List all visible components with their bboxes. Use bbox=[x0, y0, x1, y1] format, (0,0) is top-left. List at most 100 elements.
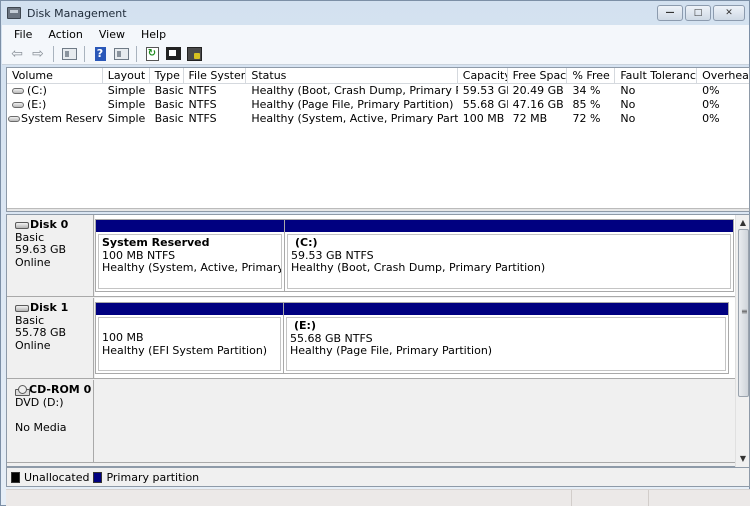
menu-bar: File Action View Help bbox=[2, 25, 749, 43]
forward-icon[interactable]: ⇨ bbox=[29, 46, 47, 62]
show-hide-action-pane-icon bbox=[113, 47, 129, 60]
volume-status: Healthy (System, Active, Primary Partiti… bbox=[251, 112, 458, 125]
scroll-down-icon[interactable]: ▼ bbox=[736, 453, 750, 465]
refresh-button[interactable]: ↻ bbox=[143, 46, 161, 62]
show-hide-action-pane-button[interactable] bbox=[112, 46, 130, 62]
volume-fault-tolerance: No bbox=[620, 84, 636, 97]
vertical-scrollbar[interactable]: ▲ ≡ ▼ bbox=[735, 215, 749, 467]
toolbar-separator bbox=[53, 45, 54, 62]
scroll-up-icon[interactable]: ▲ bbox=[736, 217, 750, 229]
volume-status: Healthy (Boot, Crash Dump, Primary Parti… bbox=[251, 84, 457, 97]
volume-percent-free: 85 % bbox=[572, 98, 601, 111]
cd-rom-icon bbox=[15, 384, 30, 396]
show-hide-console-tree-icon bbox=[61, 47, 77, 60]
column-header-volume[interactable]: Volume bbox=[7, 68, 103, 83]
volume-icon bbox=[12, 102, 24, 108]
column-header-percent-free[interactable]: % Free bbox=[567, 68, 616, 83]
volume-capacity: 59.53 GB bbox=[462, 84, 508, 97]
volume-type: Basic bbox=[154, 98, 184, 111]
primary-partition-swatch bbox=[93, 471, 103, 483]
volume-overhead: 0% bbox=[702, 98, 720, 111]
disk-name: Disk 1 bbox=[30, 301, 69, 314]
partition-system-reserved[interactable]: System Reserved 100 MB NTFS Healthy (Sys… bbox=[95, 219, 285, 292]
volume-list: Volume Layout Type File System Status Ca… bbox=[6, 67, 750, 212]
volume-type: Basic bbox=[154, 112, 184, 125]
unallocated-swatch bbox=[11, 471, 20, 483]
legend-label: Primary partition bbox=[106, 470, 200, 484]
maximize-button[interactable]: □ bbox=[685, 5, 711, 21]
column-header-type[interactable]: Type bbox=[150, 68, 184, 83]
disk-label[interactable]: CD-ROM 0 DVD (D:) No Media bbox=[7, 380, 94, 462]
partition-e[interactable]: (E:) 55.68 GB NTFS Healthy (Page File, P… bbox=[283, 302, 729, 374]
disk-name: CD-ROM 0 bbox=[29, 383, 92, 396]
partition-name: System Reserved bbox=[102, 236, 210, 249]
volume-overhead: 0% bbox=[702, 84, 720, 97]
partition-c[interactable]: (C:) 59.53 GB NTFS Healthy (Boot, Crash … bbox=[284, 219, 734, 292]
help-icon: ? bbox=[94, 46, 106, 61]
disk-graphical-view: Disk 0 Basic 59.63 GB Online System Rese… bbox=[6, 214, 750, 467]
volume-row[interactable]: (E:) Simple Basic NTFS Healthy (Page Fil… bbox=[7, 98, 749, 112]
rescan-disks-button[interactable] bbox=[185, 46, 203, 62]
volume-overhead: 0% bbox=[702, 112, 720, 125]
column-header-layout[interactable]: Layout bbox=[103, 68, 150, 83]
volume-free-space: 72 MB bbox=[512, 112, 548, 125]
column-header-file-system[interactable]: File System bbox=[184, 68, 247, 83]
back-icon[interactable]: ⇦ bbox=[8, 46, 26, 62]
volume-layout: Simple bbox=[107, 98, 146, 111]
minimize-button[interactable]: — bbox=[657, 5, 683, 21]
volume-type: Basic bbox=[154, 84, 184, 97]
volume-free-space: 47.16 GB bbox=[512, 98, 564, 111]
help-button[interactable]: ? bbox=[91, 46, 109, 62]
menu-file[interactable]: File bbox=[6, 28, 40, 41]
menu-view[interactable]: View bbox=[91, 28, 133, 41]
toolbar: ⇦ ⇨ ? ↻ bbox=[2, 43, 749, 65]
legend-label: Unallocated bbox=[24, 470, 90, 484]
menu-help[interactable]: Help bbox=[133, 28, 174, 41]
column-header-free-space[interactable]: Free Space bbox=[508, 68, 568, 83]
status-cell bbox=[572, 490, 649, 506]
no-media-area bbox=[95, 380, 735, 462]
partition-status: Healthy (Page File, Primary Partition) bbox=[290, 344, 493, 357]
partition-status: Healthy (System, Active, Primary Partiti… bbox=[102, 261, 282, 274]
partition-name: (E:) bbox=[294, 319, 316, 332]
disk-icon bbox=[15, 221, 29, 229]
volume-name: (C:) bbox=[27, 84, 47, 97]
column-header-overhead[interactable]: Overhead bbox=[697, 68, 749, 83]
disk-icon bbox=[15, 304, 29, 312]
volume-fault-tolerance: No bbox=[620, 98, 636, 111]
status-cell bbox=[649, 490, 749, 506]
status-cell bbox=[6, 490, 572, 506]
menu-action[interactable]: Action bbox=[40, 28, 90, 41]
volume-row[interactable]: (C:) Simple Basic NTFS Healthy (Boot, Cr… bbox=[7, 84, 749, 98]
scroll-thumb[interactable]: ≡ bbox=[738, 229, 749, 397]
status-bar bbox=[6, 489, 750, 506]
close-button[interactable]: ✕ bbox=[713, 5, 745, 21]
volume-file-system: NTFS bbox=[188, 98, 217, 111]
disk-label[interactable]: Disk 1 Basic 55.78 GB Online bbox=[7, 298, 94, 378]
properties-button[interactable] bbox=[164, 46, 182, 62]
disk-size: 59.63 GB bbox=[15, 243, 67, 256]
primary-partition-bar bbox=[96, 303, 283, 315]
disk-row-cd-rom-0: CD-ROM 0 DVD (D:) No Media bbox=[7, 380, 735, 463]
volume-row[interactable]: System Reserved Simple Basic NTFS Health… bbox=[7, 112, 749, 126]
primary-partition-bar bbox=[285, 220, 733, 232]
disk-management-icon bbox=[7, 7, 21, 19]
disk-label[interactable]: Disk 0 Basic 59.63 GB Online bbox=[7, 215, 94, 296]
disk-state: Online bbox=[15, 338, 51, 352]
disk-state: No Media bbox=[15, 420, 67, 434]
volume-name: System Reserved bbox=[21, 112, 103, 125]
volume-percent-free: 34 % bbox=[572, 84, 601, 97]
show-hide-console-tree-button[interactable] bbox=[60, 46, 78, 62]
legend: Unallocated Primary partition bbox=[6, 467, 750, 487]
partition-status: Healthy (Boot, Crash Dump, Primary Parti… bbox=[291, 261, 546, 274]
splitter[interactable] bbox=[7, 208, 749, 211]
volume-capacity: 100 MB bbox=[462, 112, 505, 125]
column-header-capacity[interactable]: Capacity bbox=[458, 68, 508, 83]
partition-name: (C:) bbox=[295, 236, 318, 249]
column-header-status[interactable]: Status bbox=[246, 68, 458, 83]
partition-efi[interactable]: 100 MB Healthy (EFI System Partition) bbox=[95, 302, 284, 374]
volume-percent-free: 72 % bbox=[572, 112, 601, 125]
column-header-fault-tolerance[interactable]: Fault Tolerance bbox=[615, 68, 698, 83]
volume-file-system: NTFS bbox=[188, 112, 217, 125]
refresh-icon: ↻ bbox=[145, 46, 159, 61]
